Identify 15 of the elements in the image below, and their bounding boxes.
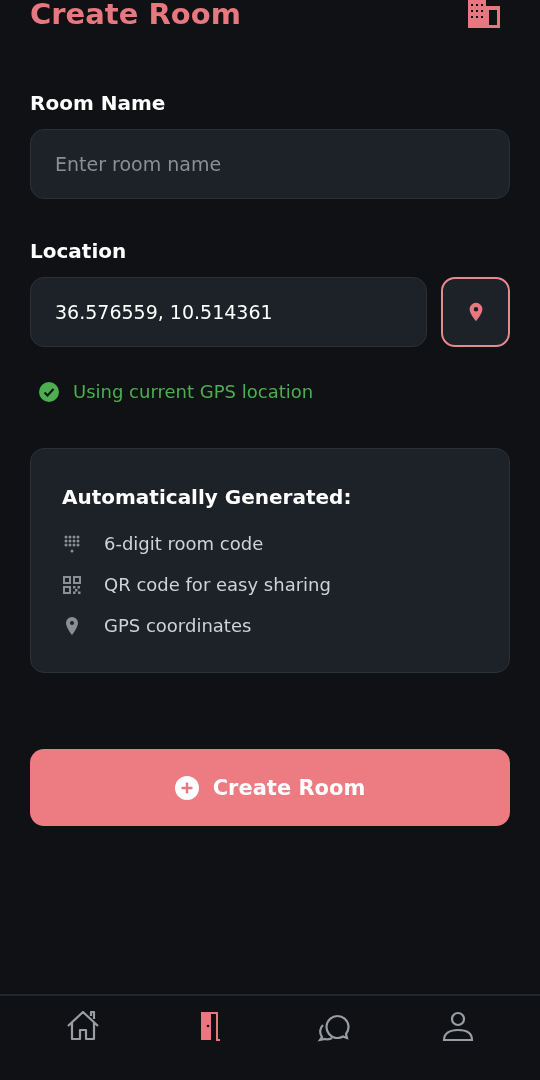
field-label: Room Name	[30, 91, 167, 115]
feature-text: 6-digit room code	[104, 533, 264, 554]
field-label: Location	[30, 239, 128, 263]
location-button[interactable]	[441, 277, 510, 347]
plus-circle-icon	[174, 775, 199, 800]
feature-text: QR code for easy sharing	[104, 574, 331, 595]
page-title: Create Room	[30, 0, 241, 33]
qr-code-icon	[62, 574, 82, 595]
keypad-icon	[62, 533, 82, 554]
card-title: Automatically Generated:	[62, 485, 353, 509]
feature-text: GPS coordinates	[104, 615, 252, 636]
gps-status-text: Using current GPS location	[73, 381, 314, 402]
check-circle-icon	[39, 381, 59, 402]
room-name-field[interactable]: Enter room name	[30, 129, 510, 199]
location-field[interactable]: 36.576559, 10.514361	[30, 277, 427, 347]
